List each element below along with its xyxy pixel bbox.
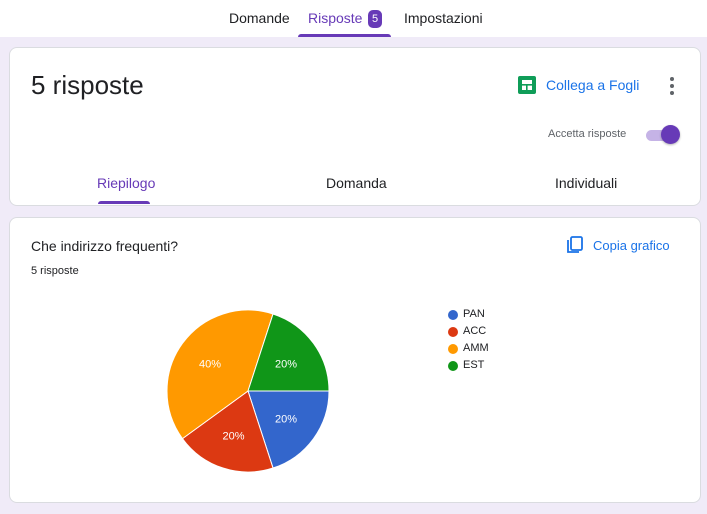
tab-riepilogo[interactable]: Riepilogo — [97, 175, 155, 191]
legend-label: EST — [463, 359, 485, 371]
pie-label-est: 20% — [275, 358, 297, 370]
legend-swatch — [448, 327, 458, 337]
accept-responses-toggle[interactable] — [644, 125, 682, 145]
pie-chart: 20% 20% 40% 20% — [166, 309, 330, 473]
page-title: 5 risposte — [31, 70, 144, 100]
tab-domande[interactable]: Domande — [229, 0, 290, 37]
link-to-sheets-button[interactable]: Collega a Fogli — [518, 74, 639, 96]
legend-label: ACC — [463, 325, 487, 337]
question-summary-card: Che indirizzo frequenti? 5 risposte Copi… — [9, 217, 701, 503]
accept-responses-label: Accetta risposte — [548, 128, 627, 140]
top-tab-bar: Domande Risposte 5 Impostazioni — [0, 0, 707, 37]
pie-label-pan: 20% — [275, 414, 297, 426]
tab-risposte[interactable]: Risposte — [308, 0, 362, 37]
tab-domanda[interactable]: Domanda — [326, 175, 387, 191]
pie-label-amm: 40% — [199, 358, 221, 370]
sheets-icon — [518, 76, 536, 94]
active-tab-indicator — [298, 34, 391, 37]
legend-swatch — [448, 310, 458, 320]
sheets-link-label: Collega a Fogli — [546, 77, 640, 93]
toggle-knob — [661, 125, 680, 144]
tab-individuali[interactable]: Individuali — [555, 175, 617, 191]
responses-header-card: 5 risposte Collega a Fogli Accetta rispo… — [9, 47, 701, 206]
copy-chart-button[interactable]: Copia grafico — [566, 234, 670, 256]
legend-label: AMM — [463, 342, 489, 354]
copy-icon — [567, 236, 583, 253]
tab-impostazioni[interactable]: Impostazioni — [404, 0, 483, 37]
legend-label: PAN — [463, 308, 485, 320]
legend-swatch — [448, 344, 458, 354]
legend-swatch — [448, 361, 458, 371]
responses-count-badge: 5 — [368, 10, 382, 28]
copy-chart-label: Copia grafico — [593, 237, 670, 253]
active-subtab-indicator — [98, 201, 150, 204]
more-vert-icon[interactable] — [664, 75, 680, 97]
pie-label-acc: 20% — [222, 431, 244, 443]
